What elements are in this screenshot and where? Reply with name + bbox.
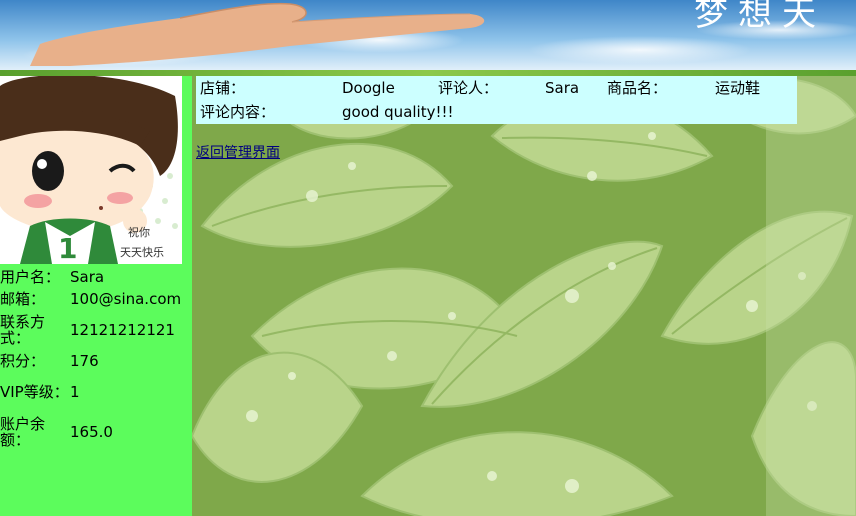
email-label: 邮箱：	[0, 290, 46, 308]
user-info-row-username: 用户名： Sara	[0, 266, 192, 288]
vip-level-label: VIP等级：	[0, 383, 69, 401]
user-info-row-balance: 账户余额： 165.0	[0, 412, 192, 452]
balance-label: 账户余额：	[0, 415, 46, 449]
email-value: 100@sina.com	[70, 290, 182, 308]
avatar-caption-line1: 祝你	[128, 225, 150, 239]
hand-image	[30, 2, 485, 66]
phone-label: 联系方式：	[0, 313, 46, 347]
user-info-row-phone: 联系方式： 12121212121	[0, 310, 192, 350]
reviewer-label: 评论人：	[438, 79, 499, 97]
points-label: 积分：	[0, 352, 46, 370]
shop-value: Doogle	[342, 79, 395, 97]
username-value: Sara	[70, 268, 105, 286]
username-label: 用户名：	[0, 268, 61, 286]
balance-value: 165.0	[70, 423, 113, 441]
product-value: 运动鞋	[715, 79, 761, 97]
header-banner: 梦想天	[0, 0, 856, 72]
banner-decor-text: 梦想天	[694, 0, 826, 34]
shop-label: 店铺：	[200, 79, 246, 97]
reviewer-value: Sara	[545, 79, 580, 97]
avatar-shirt-number: 1	[58, 232, 77, 264]
user-info-table: 用户名： Sara 邮箱： 100@sina.com 联系方式： 1212121…	[0, 266, 192, 452]
main-content-area	[192, 76, 856, 516]
avatar-cartoon-image: 1 祝你 天天快乐	[0, 74, 182, 265]
user-info-row-vip: VIP等级： 1	[0, 372, 192, 412]
user-sidebar: 1 祝你 天天快乐 用户名： Sara 邮箱： 100@sina.com 联系方…	[0, 74, 192, 516]
leaves-background-image	[192, 76, 856, 516]
product-label: 商品名：	[607, 79, 668, 97]
content-label: 评论内容：	[200, 103, 276, 121]
back-to-admin-link[interactable]: 返回管理界面	[196, 142, 280, 162]
avatar: 1 祝你 天天快乐	[0, 74, 182, 265]
avatar-caption-line2: 天天快乐	[120, 246, 164, 259]
user-info-row-email: 邮箱： 100@sina.com	[0, 288, 192, 310]
phone-value: 12121212121	[70, 321, 175, 339]
user-info-row-points: 积分： 176	[0, 350, 192, 372]
comment-details-table: 店铺： Doogle 评论人： Sara 商品名： 运动鞋 评论内容： good…	[196, 76, 797, 124]
points-value: 176	[70, 352, 99, 370]
vip-level-value: 1	[70, 383, 80, 401]
content-value: good quality!!!	[342, 103, 454, 121]
